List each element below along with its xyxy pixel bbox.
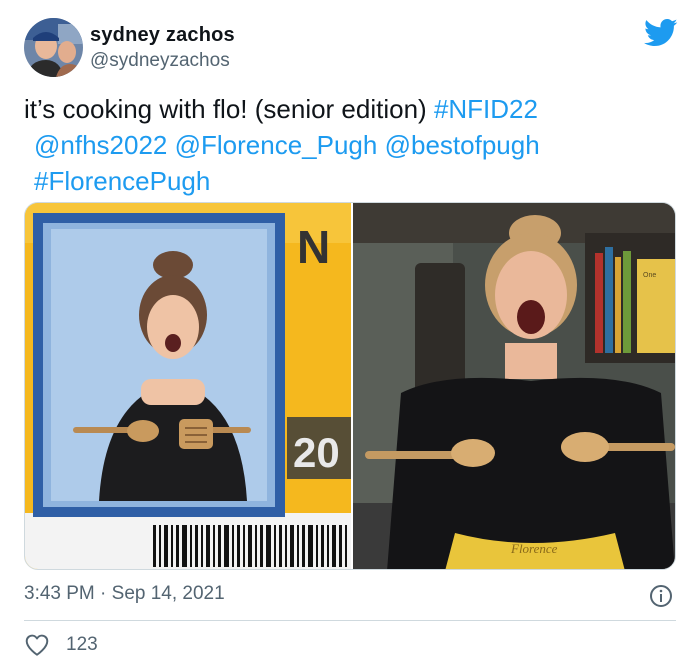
divider xyxy=(24,620,676,621)
twitter-bird-icon[interactable] xyxy=(644,18,678,48)
author-info: sydney zachos @sydneyzachos xyxy=(90,22,235,74)
hashtag-nfid22[interactable]: #NFID22 xyxy=(434,94,538,124)
tweet-text: it’s cooking with flo! (senior edition) … xyxy=(24,91,664,199)
mention-bestofpugh[interactable]: @bestofpugh xyxy=(385,130,540,160)
tweet-media[interactable]: N 20 One Florence xyxy=(24,202,676,570)
svg-text:N: N xyxy=(297,221,330,273)
book-title: One xyxy=(643,272,656,279)
svg-text:20: 20 xyxy=(293,429,340,476)
tweet-body: it’s cooking with flo! (senior edition) xyxy=(24,94,434,124)
display-name[interactable]: sydney zachos xyxy=(90,22,235,48)
tweet-text-line-2: @nfhs2022 @Florence_Pugh @bestofpugh xyxy=(24,127,664,163)
apron-text: Florence xyxy=(510,541,558,556)
heart-icon[interactable] xyxy=(24,632,50,658)
like-count: 123 xyxy=(66,634,98,655)
mention-nfhs2022[interactable]: @nfhs2022 xyxy=(34,130,167,160)
info-icon[interactable] xyxy=(649,584,673,608)
avatar[interactable] xyxy=(24,18,83,77)
kitchen-photo: One Florence xyxy=(353,203,675,569)
tweet-timestamp[interactable]: 3:43 PM · Sep 14, 2021 xyxy=(24,582,225,606)
hashtag-florencepugh[interactable]: #FlorencePugh xyxy=(34,166,210,196)
tweet-text-line-3: #FlorencePugh xyxy=(24,163,664,199)
user-handle[interactable]: @sydneyzachos xyxy=(90,48,235,74)
tweet-card: sydney zachos @sydneyzachos it’s cooking… xyxy=(0,0,700,672)
mention-florence-pugh[interactable]: @Florence_Pugh xyxy=(175,130,378,160)
tweet-text-line-1: it’s cooking with flo! (senior edition) … xyxy=(24,91,664,127)
id-card-photo: N 20 xyxy=(25,203,351,569)
like-button[interactable]: 123 xyxy=(24,632,98,658)
